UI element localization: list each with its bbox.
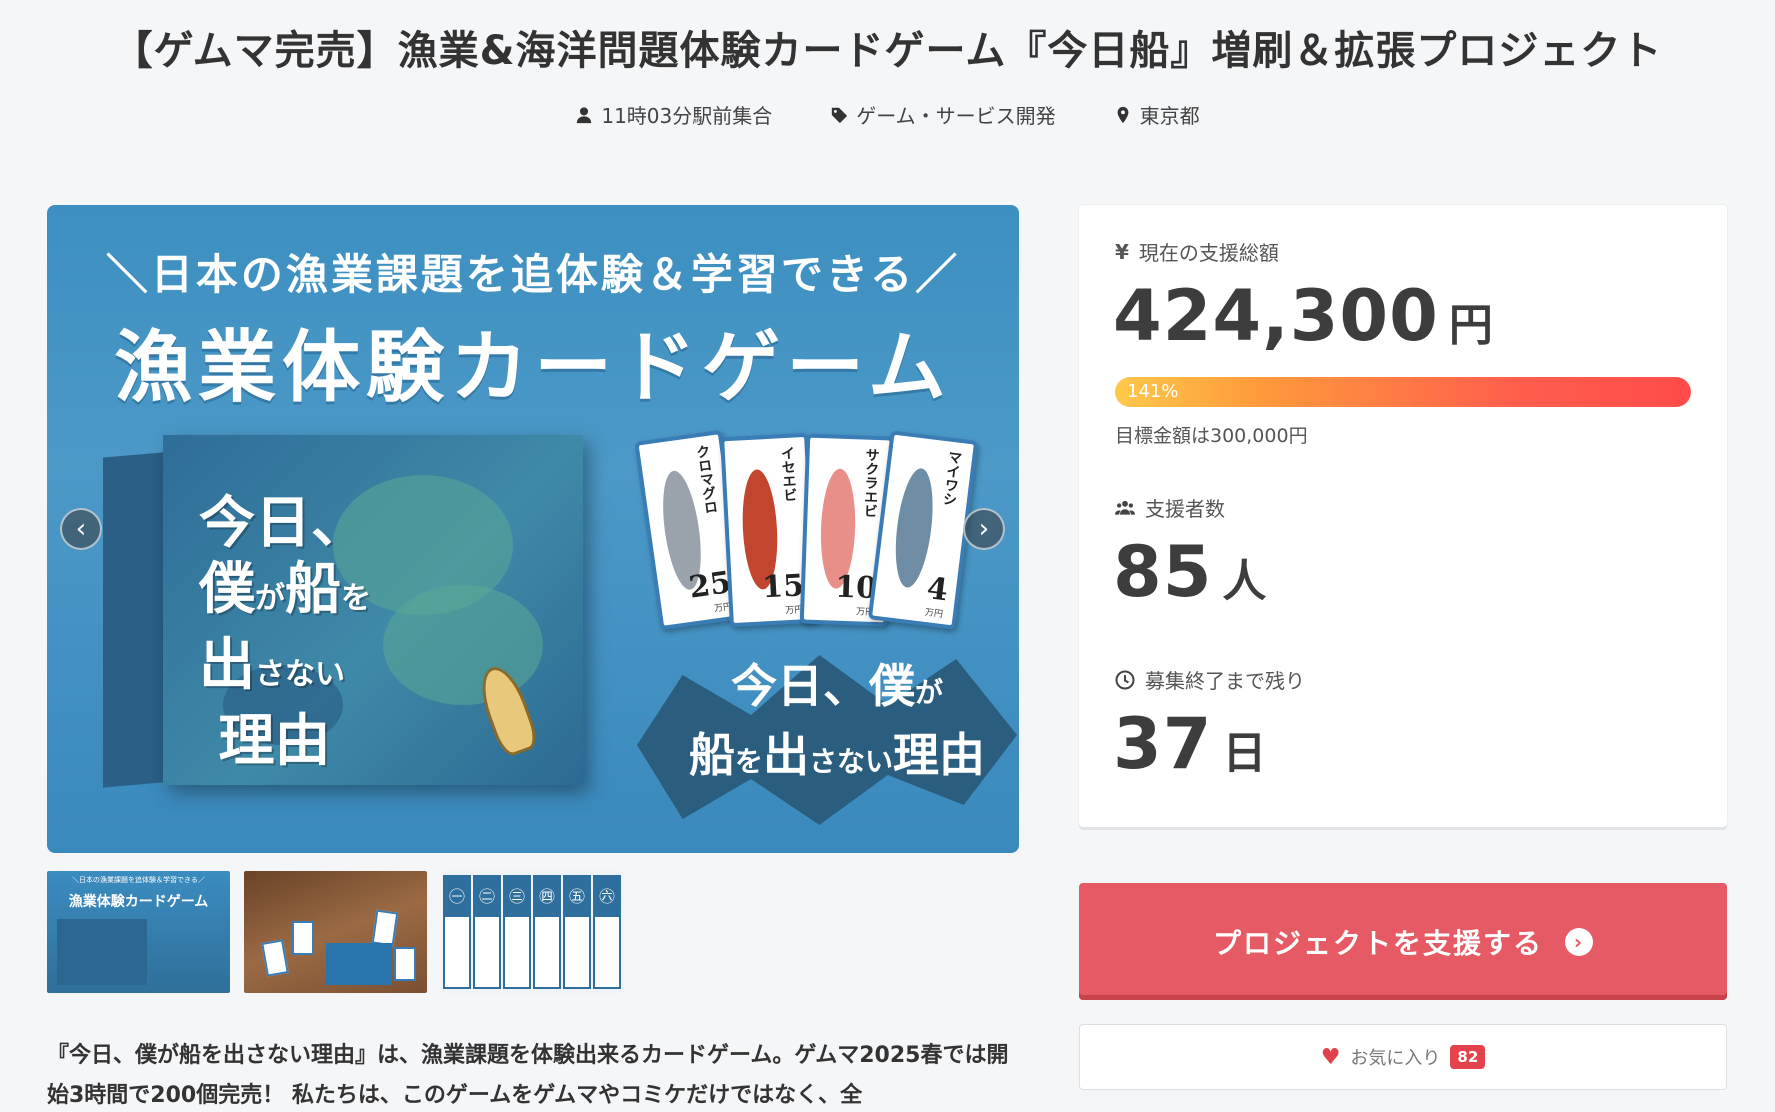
backers-unit: 人 <box>1222 556 1268 607</box>
support-button-label: プロジェクトを支援する <box>1212 926 1543 960</box>
progress-bar <box>1115 377 1691 407</box>
owner-name: 11時03分駅前集合 <box>601 104 773 128</box>
amount-unit: 円 <box>1448 300 1494 351</box>
progress-bar-fill <box>1115 377 1691 407</box>
remaining-value-row: 37 日 <box>1113 703 1267 785</box>
amount-value: 424,300 <box>1113 275 1439 357</box>
thumbnail-1[interactable]: ＼日本の漁業課題を追体験＆学習できる／ 漁業体験カードゲーム <box>47 871 230 993</box>
backers-label: 支援者数 <box>1145 497 1225 521</box>
amount-label-row: ¥ 現在の支援総額 <box>1115 237 1279 266</box>
thumbnail-strip: ＼日本の漁業課題を追体験＆学習できる／ 漁業体験カードゲーム ㊀ ㊁ ㊂ ㊃ ㊄… <box>47 871 624 993</box>
user-icon <box>577 106 592 123</box>
game-box-image: 今日、 僕が船を 出さない 理由 <box>103 435 583 788</box>
favorite-label: お気に入り <box>1350 1048 1441 1069</box>
amount-value-row: 424,300 円 <box>1113 275 1494 357</box>
backers-value: 85 <box>1113 531 1213 613</box>
heart-icon: ♥ <box>1320 1044 1341 1070</box>
hero-image[interactable]: ＼日本の漁業課題を追体験＆学習できる／ 漁業体験カードゲーム 今日、 僕が船を … <box>47 205 1019 853</box>
hero-headline: 漁業体験カードゲーム <box>114 323 952 413</box>
yen-icon: ¥ <box>1115 239 1129 264</box>
favorite-count-badge: 82 <box>1450 1045 1486 1069</box>
progress-percent: 141% <box>1127 381 1179 402</box>
box-title: 今日、 僕が船を 出さない 理由 <box>199 490 371 774</box>
funding-summary-panel: ¥ 現在の支援総額 424,300 円 141% 目標金額は300,000円 支… <box>1079 205 1727 827</box>
hero-tagline: ＼日本の漁業課題を追体験＆学習できる／ <box>105 250 961 299</box>
remaining-label-row: 募集終了まで残り <box>1115 665 1305 694</box>
chevron-right-icon: › <box>1565 927 1593 956</box>
backers-label-row: 支援者数 <box>1115 493 1225 522</box>
remaining-label: 募集終了まで残り <box>1145 669 1305 693</box>
clock-icon <box>1115 670 1135 689</box>
thumbnail-3[interactable]: ㊀ ㊁ ㊂ ㊃ ㊄ ㊅ <box>441 871 624 993</box>
backers-value-row: 85 人 <box>1113 531 1267 613</box>
owner-link[interactable]: 11時03分駅前集合 <box>575 100 772 129</box>
tag-icon <box>832 107 848 123</box>
location-link[interactable]: 東京都 <box>1114 100 1200 129</box>
thumbnail-2[interactable] <box>244 871 427 993</box>
group-icon <box>1115 500 1135 515</box>
carousel-next-button[interactable]: › <box>963 508 1005 550</box>
project-meta: 11時03分駅前集合 ゲーム・サービス開発 東京都 <box>0 100 1775 129</box>
project-description: 『今日、僕が船を出さない理由』は、漁業課題を体験出来るカードゲーム。ゲムマ202… <box>47 1043 1009 1108</box>
carousel-prev-button[interactable]: ‹ <box>60 508 102 550</box>
remaining-value: 37 <box>1113 703 1213 785</box>
category-link[interactable]: ゲーム・サービス開発 <box>830 100 1056 129</box>
card-fan: クロマグロ 25 万円 イセエビ 15 万円 サクラエビ 10 万円 マイワシ … <box>634 429 979 635</box>
page-title: 【ゲムマ完売】漁業&海洋問題体験カードゲーム『今日船』増刷＆拡張プロジェクト <box>112 28 1663 74</box>
location-pin-icon <box>1117 106 1129 123</box>
category-name: ゲーム・サービス開発 <box>856 104 1056 128</box>
hero-subtitle: 今日、僕が 船を出さない理由 <box>688 659 986 782</box>
amount-label: 現在の支援総額 <box>1138 241 1279 265</box>
support-project-button[interactable]: プロジェクトを支援する › <box>1079 883 1727 1000</box>
goal-amount: 目標金額は300,000円 <box>1115 425 1308 447</box>
remaining-unit: 日 <box>1222 728 1268 779</box>
favorite-button[interactable]: ♥ お気に入り 82 <box>1079 1024 1727 1090</box>
location-name: 東京都 <box>1139 104 1200 128</box>
